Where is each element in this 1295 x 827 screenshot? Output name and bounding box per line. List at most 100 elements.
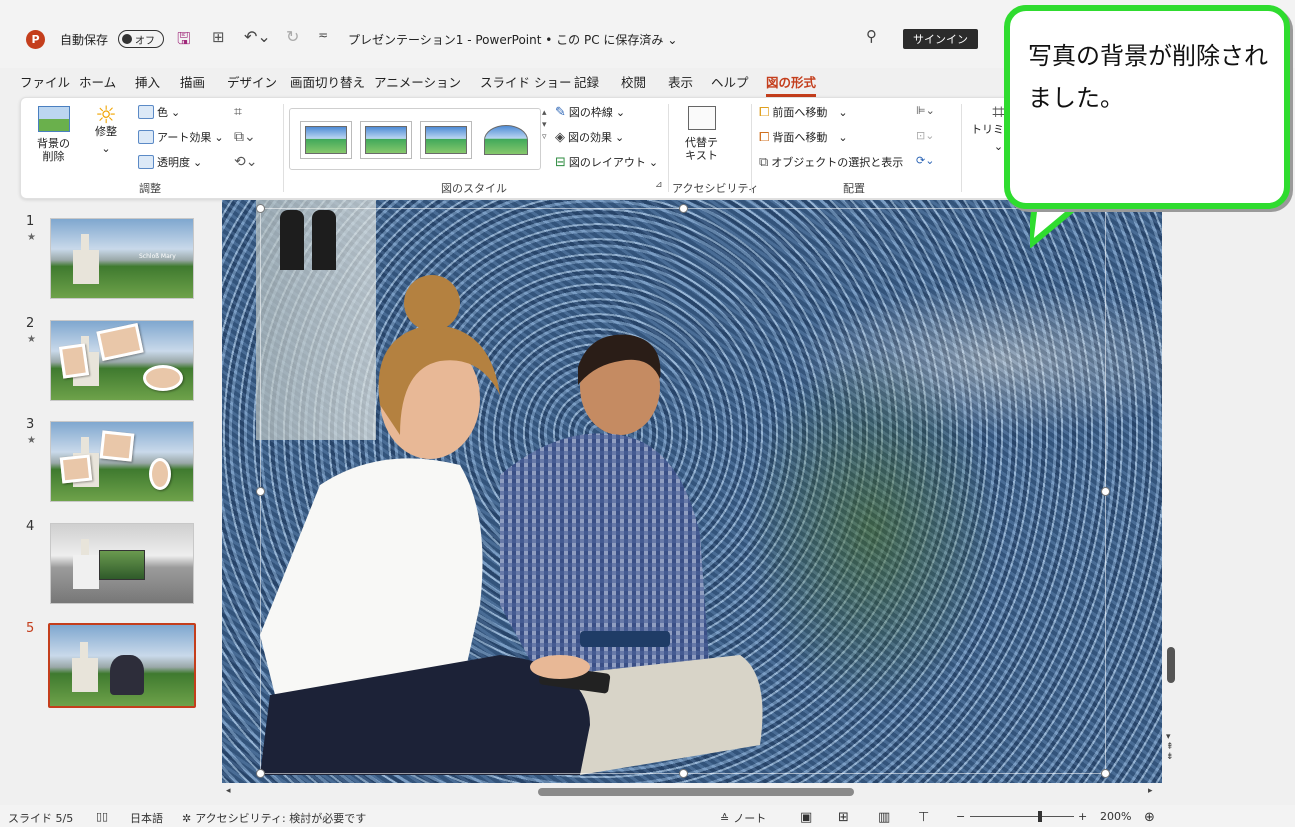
annotation-callout: 写真の背景が削除されました。	[1004, 5, 1290, 248]
change-picture-icon[interactable]: ⧉⌄	[234, 129, 256, 145]
vertical-scrollbar[interactable]: ▾ ⇞ ⇟	[1163, 200, 1179, 783]
tab-animations[interactable]: アニメーション	[374, 72, 461, 91]
scroll-left-icon[interactable]: ◂	[226, 786, 231, 796]
slide-thumbnail-3[interactable]	[50, 421, 194, 502]
tab-slideshow[interactable]: スライド ショー	[480, 72, 571, 91]
resize-handle[interactable]	[256, 204, 265, 213]
redo-icon[interactable]: ↻	[286, 27, 299, 46]
resize-handle[interactable]	[1101, 487, 1110, 496]
notes-button[interactable]: ≙ ノート	[720, 810, 766, 826]
color-icon	[138, 105, 154, 119]
rotate-icon[interactable]: ⟳⌄	[916, 154, 934, 167]
send-backward-button[interactable]: ⧠ 背面へ移動 ⌄	[759, 129, 848, 145]
corrections-button[interactable]: ☼ 修整 ⌄	[95, 101, 117, 156]
compress-pictures-icon[interactable]: ⌗	[234, 104, 242, 120]
chevron-up-icon[interactable]: ▴	[542, 108, 547, 118]
picture-style-gallery	[289, 108, 541, 170]
picture-selection-frame[interactable]	[260, 208, 1106, 774]
photo-image	[99, 550, 145, 580]
picture-style-2[interactable]	[360, 121, 412, 159]
resize-handle[interactable]	[256, 769, 265, 778]
scroll-right-icon[interactable]: ▸	[1148, 786, 1153, 796]
picture-style-1[interactable]	[300, 121, 352, 159]
tab-home[interactable]: ホーム	[79, 72, 116, 91]
language-indicator[interactable]: 日本語	[130, 810, 163, 826]
autosave-label: 自動保存	[60, 33, 109, 47]
present-icon[interactable]: ⊞	[212, 28, 225, 46]
slide-sorter-icon[interactable]: ⊞	[838, 810, 849, 825]
dialog-launcher-icon[interactable]: ⊿	[655, 180, 663, 190]
group-icon[interactable]: ⊡⌄	[916, 129, 934, 142]
photo-image	[96, 322, 144, 362]
slide-canvas[interactable]	[222, 200, 1162, 783]
remove-background-button[interactable]: 背景の 削除	[37, 106, 70, 163]
slideshow-icon[interactable]: ⊤	[918, 810, 929, 825]
reset-picture-icon[interactable]: ⟲⌄	[234, 154, 257, 170]
church-image	[72, 642, 98, 692]
resize-handle[interactable]	[679, 204, 688, 213]
photo-image	[99, 430, 135, 462]
accessibility-status[interactable]: ✲ アクセシビリティ: 検討が必要です	[182, 810, 366, 826]
signin-button[interactable]: サインイン	[903, 29, 978, 49]
tab-view[interactable]: 表示	[668, 72, 693, 91]
tab-file[interactable]: ファイル	[20, 72, 70, 91]
picture-border-button[interactable]: ✎ 図の枠線 ⌄	[555, 104, 625, 120]
save-icon[interactable]: 🖫	[177, 28, 191, 55]
gallery-scroll[interactable]: ▴ ▾ ▿	[542, 108, 547, 142]
more-icon[interactable]: ▿	[542, 132, 547, 142]
document-title[interactable]: プレゼンテーション1 - PowerPoint • この PC に保存済み ⌄	[348, 31, 677, 48]
fit-slide-icon[interactable]: ⊕	[1144, 810, 1155, 825]
group-label-accessibility: アクセシビリティ	[672, 182, 759, 195]
normal-view-icon[interactable]: ▣	[800, 810, 812, 825]
animation-star-icon: ★	[27, 232, 36, 243]
zoom-out-button[interactable]: −	[956, 810, 965, 823]
scroll-arrows[interactable]: ▾ ⇞ ⇟	[1166, 732, 1174, 762]
search-icon[interactable]: ⚲	[866, 27, 877, 45]
artistic-effects-button[interactable]: アート効果 ⌄	[138, 129, 224, 145]
zoom-level[interactable]: 200%	[1100, 810, 1131, 823]
tab-help[interactable]: ヘルプ	[711, 72, 749, 91]
resize-handle[interactable]	[1101, 769, 1110, 778]
slide-thumbnail-1[interactable]: Schloß Mary	[50, 218, 194, 299]
picture-layout-button[interactable]: ⊟ 図のレイアウト ⌄	[555, 154, 658, 170]
photo-image	[143, 365, 183, 391]
scroll-thumb[interactable]	[538, 788, 854, 796]
reading-view-icon[interactable]: ▥	[878, 810, 890, 825]
undo-icon[interactable]: ↶⌄	[244, 27, 271, 46]
notes-icon: ≙	[720, 811, 730, 825]
slide-thumbnail-2[interactable]	[50, 320, 194, 401]
picture-style-3[interactable]	[420, 121, 472, 159]
picture-style-4[interactable]	[480, 121, 532, 159]
customize-qat-icon[interactable]: ≂	[318, 28, 328, 42]
tab-transitions[interactable]: 画面切り替え	[290, 72, 365, 91]
bring-forward-button[interactable]: ⧠ 前面へ移動 ⌄	[759, 104, 848, 120]
tab-picture-format[interactable]: 図の形式	[766, 72, 817, 97]
slide-thumbnail-5[interactable]	[48, 623, 196, 708]
resize-handle[interactable]	[256, 487, 265, 496]
horizontal-scrollbar[interactable]: ◂ ▸	[222, 783, 1162, 801]
sun-icon: ☼	[95, 101, 117, 129]
zoom-slider[interactable]	[970, 816, 1074, 817]
tab-review[interactable]: 校閲	[621, 72, 646, 91]
autosave-toggle[interactable]: オフ	[118, 30, 164, 48]
scroll-thumb[interactable]	[1167, 647, 1175, 683]
resize-handle[interactable]	[679, 769, 688, 778]
slide-indicator[interactable]: スライド 5/5	[8, 810, 73, 826]
chevron-down-icon[interactable]: ▾	[542, 120, 547, 130]
picture-effects-button[interactable]: ◈ 図の効果 ⌄	[555, 129, 624, 145]
transparency-button[interactable]: 透明度 ⌄	[138, 154, 202, 170]
tab-insert[interactable]: 挿入	[135, 72, 160, 91]
spelling-icon[interactable]: ▯▯	[96, 810, 108, 823]
selection-pane-button[interactable]: ⧉ オブジェクトの選択と表示	[759, 154, 903, 170]
slide-number: 5	[26, 621, 35, 636]
zoom-in-button[interactable]: +	[1078, 810, 1087, 823]
group-label-styles: 図のスタイル	[441, 182, 507, 195]
zoom-slider-thumb[interactable]	[1038, 811, 1042, 822]
align-icon[interactable]: ⊫⌄	[916, 104, 935, 117]
alt-text-button[interactable]: 代替テ キスト	[685, 106, 718, 162]
slide-thumbnail-4[interactable]	[50, 523, 194, 604]
color-button[interactable]: 色 ⌄	[138, 104, 180, 120]
tab-record[interactable]: 記録	[574, 72, 599, 91]
tab-design[interactable]: デザイン	[227, 72, 277, 91]
tab-draw[interactable]: 描画	[180, 72, 205, 91]
